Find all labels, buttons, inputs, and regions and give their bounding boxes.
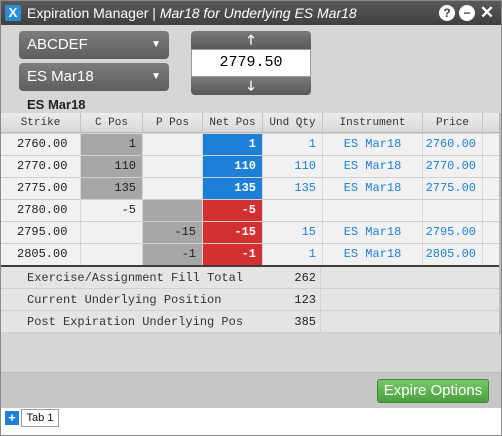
- table-row[interactable]: 2780.00 -5 -5: [1, 200, 501, 222]
- instrument-dropdown[interactable]: ES Mar18 ▼: [19, 63, 169, 91]
- instrument-cell: ES Mar18: [323, 156, 423, 177]
- table-row[interactable]: 2805.00 -1 -1 1 ES Mar18 2805.00: [1, 244, 501, 266]
- strike-cell: 2775.00: [1, 178, 81, 199]
- window-title-main: Expiration Manager |: [27, 5, 160, 21]
- net-pos-cell: 110: [203, 156, 263, 177]
- tab-1[interactable]: Tab 1: [21, 409, 59, 427]
- app-logo-icon: X: [5, 5, 21, 21]
- summary-row: Exercise/Assignment Fill Total 262: [1, 267, 501, 289]
- net-pos-cell: -15: [203, 222, 263, 243]
- instrument-cell: ES Mar18: [323, 134, 423, 155]
- table-row[interactable]: 2775.00 135 135 135 ES Mar18 2775.00: [1, 178, 501, 200]
- price-cell: [423, 200, 483, 221]
- c-pos-cell[interactable]: 110: [81, 156, 143, 177]
- und-qty-cell: 1: [263, 244, 323, 265]
- column-header-c-pos[interactable]: C Pos: [81, 113, 143, 133]
- und-qty-cell: [263, 200, 323, 221]
- column-header-price[interactable]: Price: [423, 113, 483, 133]
- strike-cell: 2795.00: [1, 222, 81, 243]
- und-qty-cell: 110: [263, 156, 323, 177]
- arrow-down-icon: 🡓: [247, 78, 255, 93]
- summary-value: 123: [251, 289, 321, 311]
- column-header-und-qty[interactable]: Und Qty: [263, 113, 323, 133]
- title-bar[interactable]: X Expiration Manager | Mar18 for Underly…: [1, 1, 501, 25]
- price-cell: 2795.00: [423, 222, 483, 243]
- summary-value: 262: [251, 267, 321, 289]
- chevron-down-icon: ▼: [151, 71, 161, 82]
- price-cell: 2760.00: [423, 134, 483, 155]
- help-icon[interactable]: ?: [439, 5, 455, 21]
- underlying-label: ES Mar18: [27, 97, 86, 112]
- strike-cell: 2805.00: [1, 244, 81, 265]
- price-cell: 2805.00: [423, 244, 483, 265]
- column-header-net-pos[interactable]: Net Pos: [203, 113, 263, 133]
- tab-strip: + Tab 1: [1, 408, 501, 435]
- p-pos-cell[interactable]: -15: [143, 222, 203, 243]
- c-pos-cell[interactable]: -5: [81, 200, 143, 221]
- price-cell: 2775.00: [423, 178, 483, 199]
- instrument-value: ES Mar18: [27, 68, 94, 85]
- window-title-sub: Mar18 for Underlying ES Mar18: [159, 5, 357, 21]
- price-increment-button[interactable]: 🡑: [191, 31, 311, 49]
- c-pos-cell[interactable]: [81, 244, 143, 265]
- arrow-up-icon: 🡑: [247, 32, 255, 47]
- summary-label: Current Underlying Position: [27, 293, 222, 307]
- instrument-cell: ES Mar18: [323, 222, 423, 243]
- instrument-cell: ES Mar18: [323, 178, 423, 199]
- column-header-p-pos[interactable]: P Pos: [143, 113, 203, 133]
- price-cell: 2770.00: [423, 156, 483, 177]
- close-icon[interactable]: ✕: [479, 4, 495, 21]
- empty-area: [1, 334, 501, 372]
- summary-row: Post Expiration Underlying Pos 385: [1, 311, 501, 333]
- net-pos-cell: 1: [203, 134, 263, 155]
- account-value: ABCDEF: [27, 36, 88, 53]
- instrument-cell: ES Mar18: [323, 244, 423, 265]
- summary-label: Post Expiration Underlying Pos: [27, 315, 244, 329]
- table-row[interactable]: 2760.00 1 1 1 ES Mar18 2760.00: [1, 134, 501, 156]
- table-row[interactable]: 2770.00 110 110 110 ES Mar18 2770.00: [1, 156, 501, 178]
- scrollbar-track[interactable]: [499, 113, 501, 335]
- account-dropdown[interactable]: ABCDEF ▼: [19, 31, 169, 59]
- footer-bar: Expire Options: [1, 372, 501, 408]
- und-qty-cell: 135: [263, 178, 323, 199]
- table-header: Strike C Pos P Pos Net Pos Und Qty Instr…: [1, 113, 501, 133]
- und-qty-cell: 15: [263, 222, 323, 243]
- strike-cell: 2780.00: [1, 200, 81, 221]
- column-header-strike[interactable]: Strike: [1, 113, 81, 133]
- strike-cell: 2760.00: [1, 134, 81, 155]
- p-pos-cell[interactable]: [143, 178, 203, 199]
- c-pos-cell[interactable]: [81, 222, 143, 243]
- summary-value: 385: [251, 311, 321, 333]
- expire-options-button[interactable]: Expire Options: [377, 379, 489, 403]
- chevron-down-icon: ▼: [151, 39, 161, 50]
- c-pos-cell[interactable]: 135: [81, 178, 143, 199]
- net-pos-cell: -1: [203, 244, 263, 265]
- window-title: Expiration Manager | Mar18 for Underlyin…: [27, 5, 357, 21]
- instrument-cell: [323, 200, 423, 221]
- price-spinner: 🡑 2779.50 🡓: [191, 31, 311, 95]
- price-input[interactable]: 2779.50: [191, 49, 311, 77]
- strike-cell: 2770.00: [1, 156, 81, 177]
- net-pos-cell: 135: [203, 178, 263, 199]
- p-pos-cell[interactable]: [143, 134, 203, 155]
- add-tab-icon[interactable]: +: [5, 411, 19, 425]
- expiration-manager-window: X Expiration Manager | Mar18 for Underly…: [0, 0, 502, 436]
- minimize-icon[interactable]: −: [459, 5, 475, 21]
- table-row[interactable]: 2795.00 -15 -15 15 ES Mar18 2795.00: [1, 222, 501, 244]
- control-area: ABCDEF ▼ ES Mar18 ▼ 🡑 2779.50 🡓: [1, 25, 501, 99]
- c-pos-cell[interactable]: 1: [81, 134, 143, 155]
- p-pos-cell[interactable]: [143, 156, 203, 177]
- und-qty-cell: 1: [263, 134, 323, 155]
- net-pos-cell: -5: [203, 200, 263, 221]
- summary-label: Exercise/Assignment Fill Total: [27, 271, 244, 285]
- column-header-instrument[interactable]: Instrument: [323, 113, 423, 133]
- p-pos-cell[interactable]: -1: [143, 244, 203, 265]
- price-decrement-button[interactable]: 🡓: [191, 77, 311, 95]
- p-pos-cell[interactable]: [143, 200, 203, 221]
- summary-row: Current Underlying Position 123: [1, 289, 501, 311]
